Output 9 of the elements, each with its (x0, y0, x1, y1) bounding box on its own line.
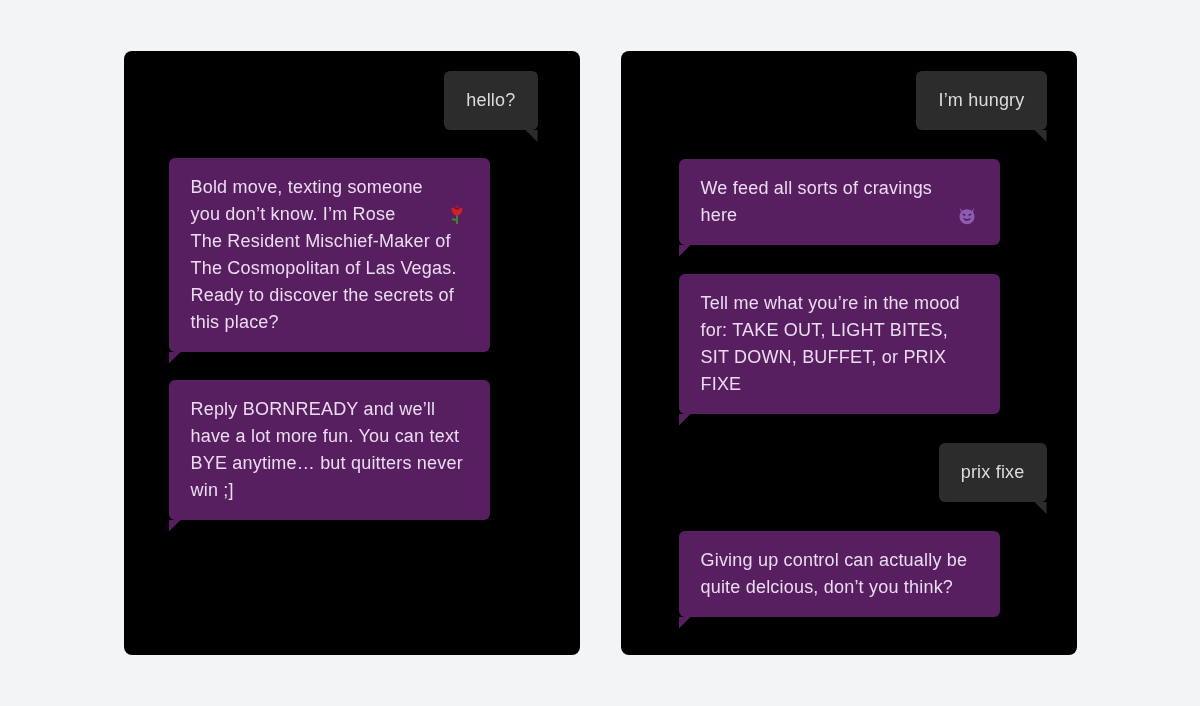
message-text: hello? (466, 89, 516, 112)
message-text: Tell me what you’re in the mood for: TAKE OUT, LIGHT BITES, SIT DOWN, BUFFET, or PRIX FIXE (700, 292, 961, 396)
message-text: Bold move, texting someone you don’t know. I’m Rose (190, 176, 424, 226)
message-text: Giving up control can actually be quite delcious, don’t you think? (700, 549, 969, 599)
message-text: I’m hungry (938, 89, 1025, 112)
message-text: Reply BORNREADY and we’ll have a lot more fun. You can text BYE anytime… but quitters never win ;] (190, 398, 464, 502)
message-text: We feed all sorts of cravings here (700, 177, 934, 227)
message-text: prix fixe (960, 461, 1025, 484)
message-text: The Resident Mischief-Maker of The Cosmopolitan of Las Vegas. Ready to discover the secrets of this place? (190, 230, 458, 334)
